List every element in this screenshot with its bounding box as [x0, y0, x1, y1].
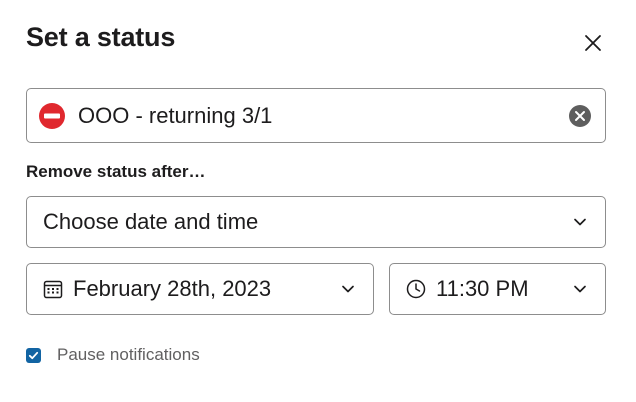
set-status-dialog: Set a status OOO - returning 3/1 Remove … — [0, 0, 636, 402]
chevron-down-icon — [340, 281, 356, 297]
close-icon — [585, 35, 601, 51]
remove-status-label: Remove status after… — [26, 162, 206, 181]
checkmark-icon — [28, 351, 39, 359]
clear-status-button[interactable] — [568, 104, 592, 128]
clock-icon — [405, 278, 427, 300]
duration-select[interactable]: Choose date and time — [26, 196, 606, 248]
calendar-icon — [42, 278, 64, 300]
pause-notifications-label[interactable]: Pause notifications — [57, 345, 200, 365]
close-button[interactable] — [580, 30, 606, 56]
pause-notifications-checkbox[interactable] — [26, 347, 41, 363]
date-picker[interactable]: February 28th, 2023 — [26, 263, 374, 315]
duration-value: Choose date and time — [43, 209, 259, 234]
time-picker[interactable]: 11:30 PM — [389, 263, 606, 315]
time-value: 11:30 PM — [436, 276, 529, 301]
date-value: February 28th, 2023 — [73, 276, 272, 301]
chevron-down-icon — [572, 214, 588, 230]
dialog-title: Set a status — [26, 22, 176, 52]
status-input[interactable]: OOO - returning 3/1 — [26, 88, 606, 143]
clear-circle-icon — [569, 104, 591, 127]
no-entry-icon[interactable] — [38, 102, 66, 130]
chevron-down-icon — [572, 281, 588, 297]
status-text[interactable]: OOO - returning 3/1 — [78, 103, 568, 129]
pause-notifications-row: Pause notifications — [26, 345, 200, 365]
